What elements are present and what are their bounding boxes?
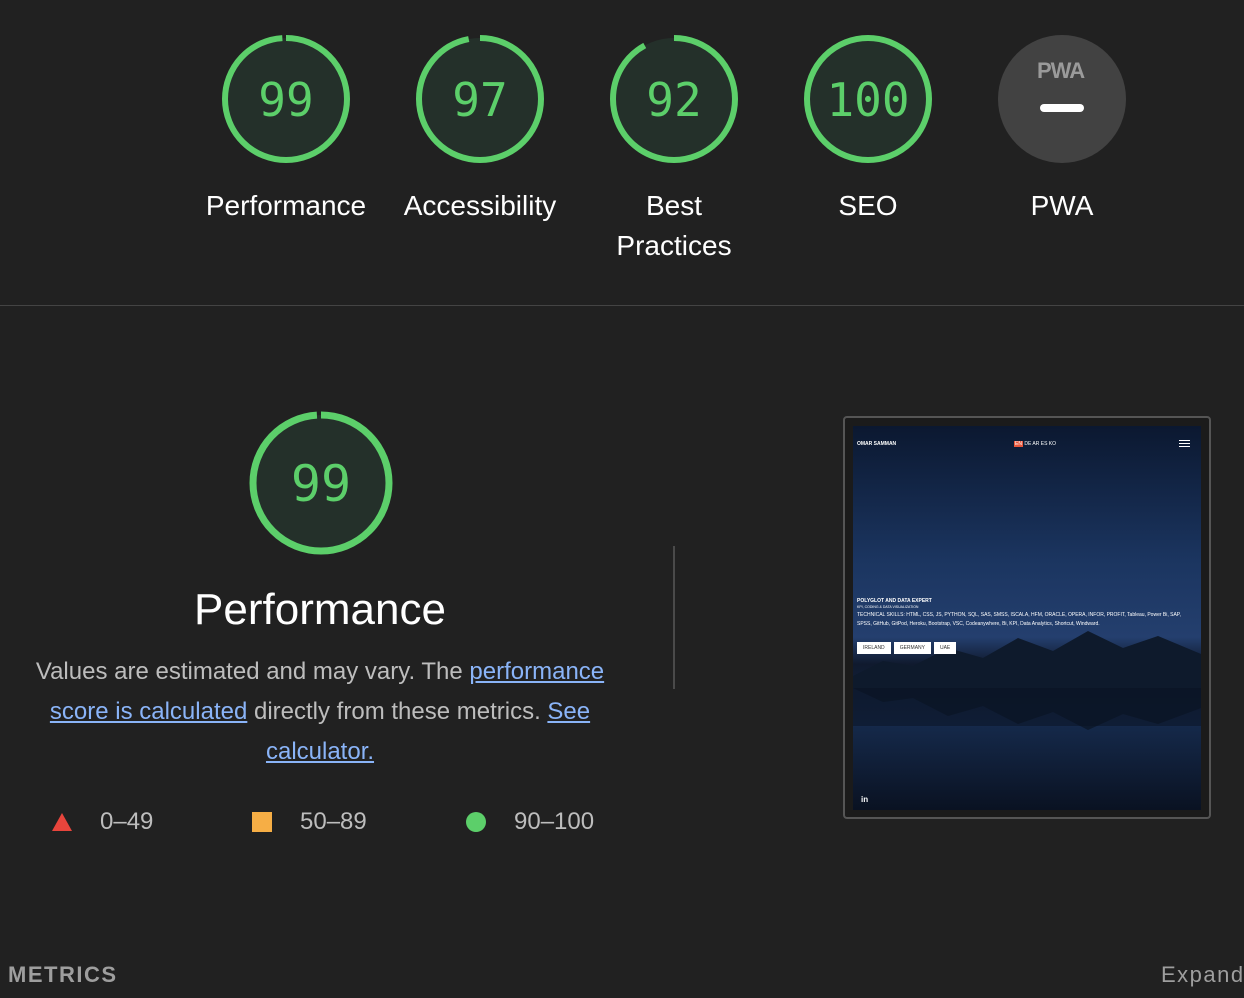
gauge-label: PWA: [1030, 190, 1094, 221]
lang-options: DE AR ES KO: [1022, 441, 1057, 447]
gauge-best-practices[interactable]: 92 Best Practices: [579, 34, 769, 266]
gauge-score: 97: [452, 73, 507, 127]
gauge-label: SEO: [838, 190, 898, 221]
vertical-divider: [673, 546, 675, 689]
lang-active: EN: [1014, 441, 1023, 447]
hero-subheading: KPI, CODING & DATA VISUALIZATION: [857, 605, 919, 609]
gauge-ring: 92: [610, 35, 738, 163]
triangle-icon: [52, 813, 72, 831]
gauge-ring: 99: [222, 35, 350, 163]
gauge-score: 99: [258, 73, 313, 127]
pwa-logo-icon: PWA: [1037, 58, 1085, 83]
pwa-gauge-ring: [998, 35, 1126, 163]
performance-gauge-ring: 99: [249, 411, 393, 555]
legend-range: 90–100: [514, 808, 595, 835]
gauge-score: 92: [646, 73, 701, 127]
hero-skills: TECHNICAL SKILLS: HTML, CSS, JS, PYTHON,…: [857, 612, 1181, 627]
gauge-ring: 100: [804, 35, 932, 163]
legend-pass: 90–100: [466, 808, 594, 836]
legend-average: 50–89: [252, 808, 367, 836]
site-name: OMAR SAMMAN: [857, 441, 897, 447]
linkedin-icon: in: [861, 795, 869, 804]
gauge-score: 100: [826, 73, 909, 127]
hero-heading: POLYGLOT AND DATA EXPERT: [857, 598, 932, 604]
gauge-performance[interactable]: 99 Performance: [191, 34, 381, 226]
gauge-seo[interactable]: 100 SEO: [773, 34, 963, 226]
country-button: UAE: [933, 642, 957, 654]
square-icon: [252, 812, 272, 832]
performance-description: Values are estimated and may vary. The p…: [30, 652, 610, 772]
language-switcher: EN DE AR ES KO: [1014, 441, 1056, 447]
description-text: directly from these metrics.: [247, 698, 548, 725]
legend-range: 50–89: [300, 808, 367, 835]
screenshot-image: OMAR SAMMAN EN DE AR ES KO POLYGLOT AND …: [853, 426, 1201, 810]
gauge-pwa[interactable]: PWA PWA: [967, 34, 1157, 226]
na-dash-icon: [1040, 104, 1084, 112]
country-button: GERMANY: [893, 642, 931, 654]
legend-range: 0–49: [100, 808, 154, 835]
expand-view-toggle[interactable]: Expand view: [1161, 962, 1244, 988]
gauge-label: Best Practices: [616, 190, 732, 261]
final-screenshot[interactable]: OMAR SAMMAN EN DE AR ES KO POLYGLOT AND …: [843, 416, 1211, 819]
gauge-accessibility[interactable]: 97 Accessibility: [385, 34, 575, 226]
country-buttons: IRELAND GERMANY UAE: [857, 642, 957, 654]
performance-score: 99: [291, 455, 351, 513]
description-text: Values are estimated and may vary. The: [35, 658, 470, 685]
performance-gauge: 99: [248, 410, 394, 561]
category-gauges: 99 Performance 97 Accessibility 92 Best …: [0, 0, 1244, 306]
metrics-heading: METRICS: [8, 962, 118, 987]
circle-icon: [466, 812, 486, 832]
gauge-ring: 97: [416, 35, 544, 163]
country-button: IRELAND: [857, 642, 891, 654]
hamburger-icon: [1179, 440, 1190, 449]
legend-fail: 0–49: [52, 808, 153, 836]
gauge-label: Accessibility: [403, 190, 557, 221]
performance-title: Performance: [194, 585, 446, 634]
gauge-label: Performance: [205, 190, 367, 221]
